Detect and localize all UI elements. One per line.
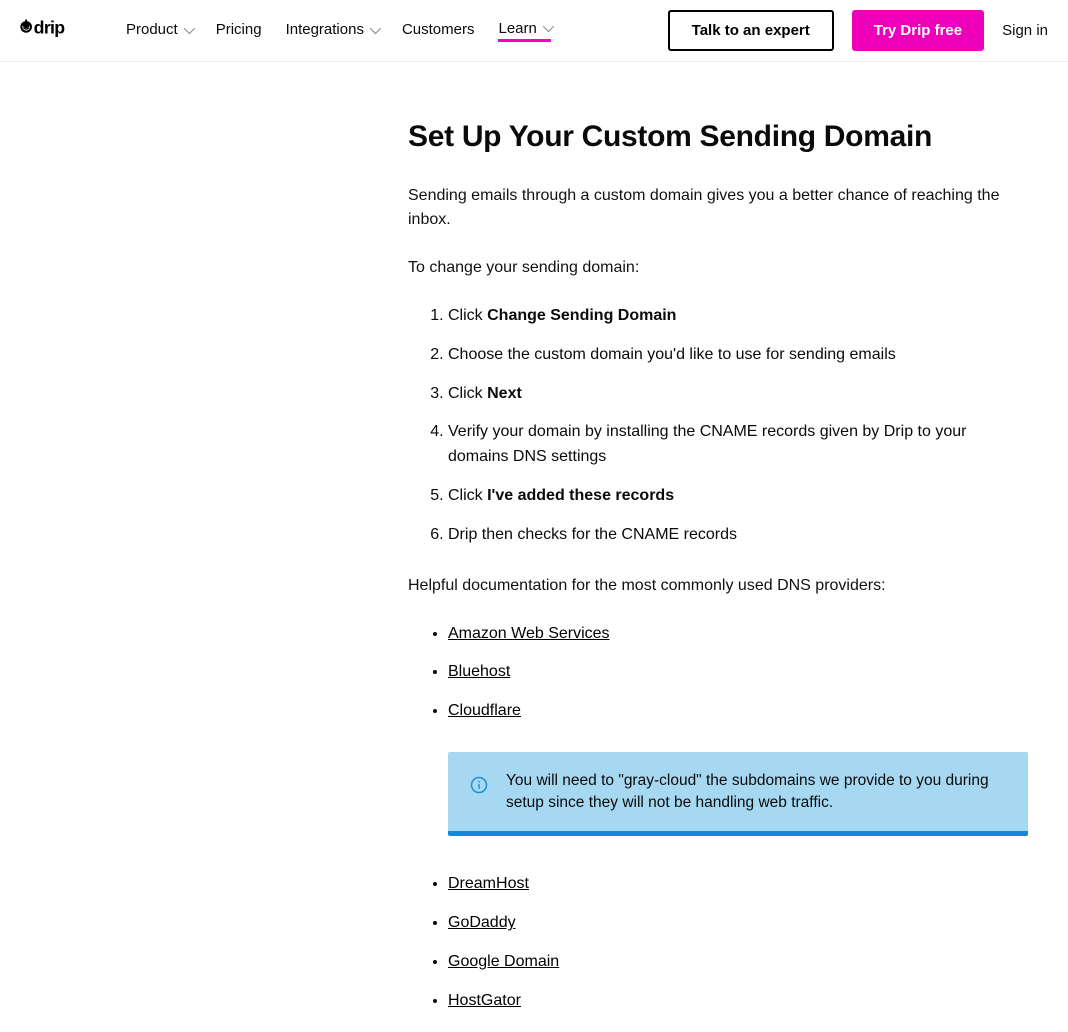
- nav-learn[interactable]: Learn: [498, 20, 550, 42]
- main-nav: Product Pricing Integrations Customers L…: [126, 20, 668, 42]
- sign-in-link[interactable]: Sign in: [1002, 22, 1048, 39]
- nav-integrations[interactable]: Integrations: [286, 21, 378, 40]
- chevron-down-icon: [370, 22, 381, 33]
- step-bold: Change Sending Domain: [487, 307, 676, 324]
- step-item: Choose the custom domain you'd like to u…: [448, 343, 1028, 368]
- step-item: Verify your domain by installing the CNA…: [448, 420, 1028, 470]
- article-body: Set Up Your Custom Sending Domain Sendin…: [408, 120, 1028, 1014]
- callout-text: You will need to "gray-cloud" the subdom…: [506, 770, 1004, 813]
- step-item: Click Next: [448, 382, 1028, 407]
- intro-paragraph: Sending emails through a custom domain g…: [408, 184, 1028, 232]
- chevron-down-icon: [183, 22, 194, 33]
- step-item: Click Change Sending Domain: [448, 304, 1028, 329]
- talk-to-expert-button[interactable]: Talk to an expert: [668, 10, 834, 51]
- list-item: GoDaddy: [448, 911, 1028, 936]
- header-actions: Talk to an expert Try Drip free Sign in: [668, 10, 1048, 51]
- drip-logo[interactable]: drip: [20, 16, 102, 46]
- step-item: Drip then checks for the CNAME records: [448, 523, 1028, 548]
- page-title: Set Up Your Custom Sending Domain: [408, 120, 1028, 154]
- nav-integrations-label: Integrations: [286, 21, 364, 38]
- try-drip-free-button[interactable]: Try Drip free: [852, 10, 984, 51]
- info-callout: You will need to "gray-cloud" the subdom…: [448, 752, 1028, 836]
- provider-link-bluehost[interactable]: Bluehost: [448, 663, 510, 680]
- list-item: DreamHost: [448, 872, 1028, 897]
- step-text: Click: [448, 487, 487, 504]
- helpful-paragraph: Helpful documentation for the most commo…: [408, 574, 1028, 598]
- list-item: Google Domain: [448, 950, 1028, 975]
- nav-pricing[interactable]: Pricing: [216, 21, 262, 40]
- providers-list-1: Amazon Web Services Bluehost Cloudflare: [408, 622, 1028, 724]
- nav-product-label: Product: [126, 21, 178, 38]
- lead-paragraph: To change your sending domain:: [408, 256, 1028, 280]
- step-bold: I've added these records: [487, 487, 674, 504]
- step-bold: Next: [487, 385, 522, 402]
- nav-customers[interactable]: Customers: [402, 21, 475, 40]
- svg-text:drip: drip: [34, 17, 66, 37]
- list-item: Bluehost: [448, 660, 1028, 685]
- step-text: Click: [448, 385, 487, 402]
- chevron-down-icon: [543, 21, 554, 32]
- nav-product[interactable]: Product: [126, 21, 192, 40]
- step-text: Click: [448, 307, 487, 324]
- site-header: drip Product Pricing Integrations Custom…: [0, 0, 1068, 62]
- provider-link-cloudflare[interactable]: Cloudflare: [448, 702, 521, 719]
- list-item: Amazon Web Services: [448, 622, 1028, 647]
- list-item: HostGator: [448, 989, 1028, 1014]
- provider-link-godaddy[interactable]: GoDaddy: [448, 914, 516, 931]
- steps-list: Click Change Sending Domain Choose the c…: [408, 304, 1028, 548]
- provider-link-dreamhost[interactable]: DreamHost: [448, 875, 529, 892]
- provider-link-hostgator[interactable]: HostGator: [448, 992, 521, 1009]
- step-item: Click I've added these records: [448, 484, 1028, 509]
- info-icon: [470, 776, 488, 799]
- providers-list-2: DreamHost GoDaddy Google Domain HostGato…: [408, 872, 1028, 1013]
- provider-link-aws[interactable]: Amazon Web Services: [448, 625, 610, 642]
- list-item: Cloudflare: [448, 699, 1028, 724]
- nav-learn-label: Learn: [498, 20, 536, 37]
- provider-link-google[interactable]: Google Domain: [448, 953, 559, 970]
